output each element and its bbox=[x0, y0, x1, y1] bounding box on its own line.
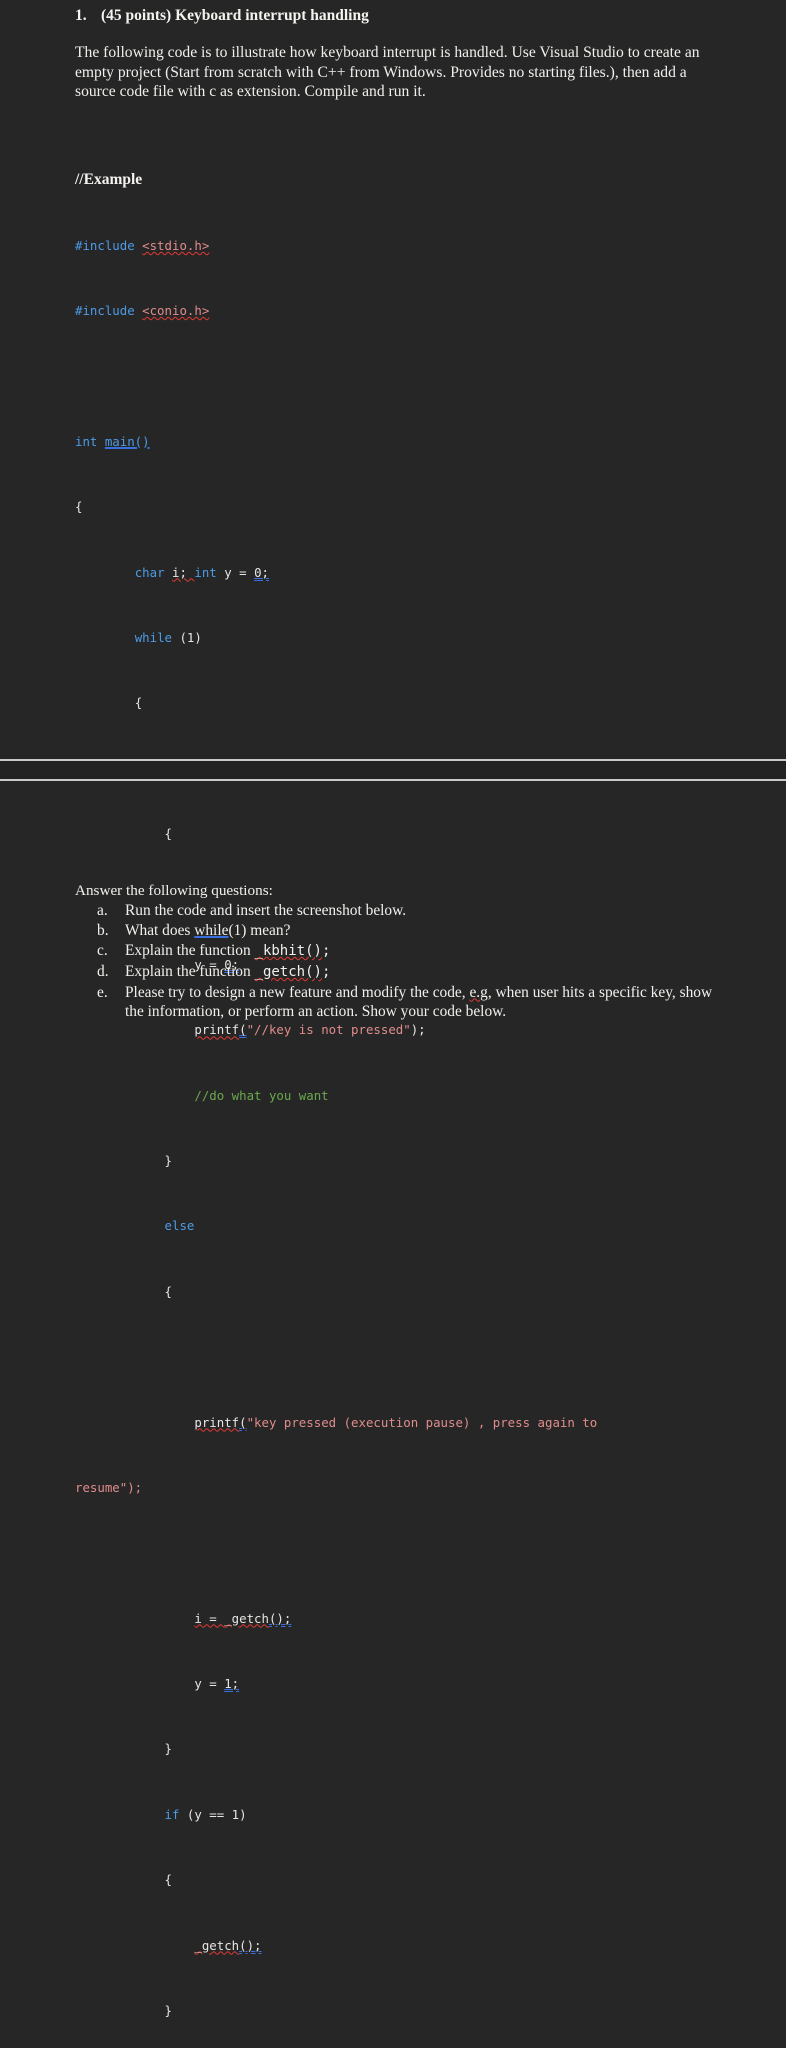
code-line-open-if2: { bbox=[164, 1872, 172, 1888]
document-page: 1. (45 points) Keyboard interrupt handli… bbox=[0, 0, 786, 2018]
list-item: b. What does while(1) mean? bbox=[75, 921, 725, 940]
code-line-close-if: } bbox=[164, 1153, 172, 1169]
page-section-top: 1. (45 points) Keyboard interrupt handli… bbox=[0, 0, 786, 2018]
question-number: 1. bbox=[75, 7, 87, 24]
code-line-declarations: char i; int y = 0; bbox=[134, 564, 269, 580]
list-item-text: Run the code and insert the screenshot b… bbox=[125, 902, 407, 920]
list-marker: e. bbox=[97, 983, 108, 1001]
list-item: a. Run the code and insert the screensho… bbox=[75, 901, 725, 920]
document-content: 1. (45 points) Keyboard interrupt handli… bbox=[75, 6, 715, 2048]
questions-intro: Answer the following questions: bbox=[75, 882, 273, 899]
question-heading: 1. (45 points) Keyboard interrupt handli… bbox=[75, 6, 715, 26]
page-break-divider bbox=[0, 759, 786, 781]
code-line-printf-pressed: printf("key pressed (execution pause) , … bbox=[194, 1414, 598, 1430]
list-marker: d. bbox=[97, 962, 109, 980]
list-item-text: Explain the function _getch(); bbox=[125, 962, 331, 980]
getch-symbol: _getch bbox=[224, 1610, 269, 1626]
code-line-close-else: } bbox=[164, 1741, 172, 1757]
list-marker: a. bbox=[97, 902, 108, 920]
questions-block: Answer the following questions: a. Run t… bbox=[75, 882, 725, 1022]
list-marker: c. bbox=[97, 941, 108, 959]
code-block: //Example #include <stdio.h> #include <c… bbox=[75, 121, 715, 2048]
code-line-y-one: y = 1; bbox=[194, 1676, 240, 1692]
code-line-getch-call: _getch(); bbox=[194, 1937, 262, 1953]
code-line-main-decl: int main() bbox=[75, 433, 150, 449]
code-line-if-y-equals: if (y == 1) bbox=[164, 1806, 247, 1822]
list-item: d. Explain the function _getch(); bbox=[75, 962, 725, 982]
code-line-i-getch: i = _getch(); bbox=[194, 1610, 292, 1626]
page-break-gap bbox=[0, 761, 786, 779]
code-line-blank-1 bbox=[75, 369, 715, 385]
list-item: c. Explain the function _kbhit(); bbox=[75, 941, 725, 961]
code-line-blank-4 bbox=[75, 1545, 715, 1561]
printf-symbol: printf bbox=[194, 1022, 240, 1038]
printf-symbol-2: printf bbox=[194, 1414, 240, 1430]
list-item-text: Explain the function _kbhit(); bbox=[125, 941, 331, 959]
getch-symbol-2: _getch bbox=[194, 1937, 240, 1953]
page-section-bottom: Answer the following questions: a. Run t… bbox=[0, 781, 786, 1024]
header-conio: <conio.h> bbox=[142, 303, 210, 319]
eg-misspelled: e.g bbox=[469, 983, 488, 1001]
code-line-while: while (1) bbox=[134, 630, 202, 646]
list-item-text: What does while(1) mean? bbox=[125, 922, 291, 939]
while-keyword-underlined: while bbox=[194, 922, 229, 939]
list-item: e. Please try to design a new feature an… bbox=[75, 983, 725, 1022]
code-line-comment-do-what: //do what you want bbox=[194, 1087, 329, 1103]
code-line-include-stdio: #include <stdio.h> bbox=[75, 237, 210, 253]
code-example-label: //Example bbox=[75, 170, 143, 188]
code-line-open-else: { bbox=[164, 1283, 172, 1299]
code-line-printf-not-pressed: printf("//key is not pressed"); bbox=[194, 1022, 426, 1038]
kbhit-inline-code: _kbhit() bbox=[254, 942, 322, 959]
main-symbol: main() bbox=[104, 433, 150, 449]
code-line-close-if2: } bbox=[164, 2002, 172, 2018]
list-item-text: Please try to design a new feature and m… bbox=[125, 983, 713, 1021]
list-marker: b. bbox=[97, 922, 109, 939]
code-line-open-main: { bbox=[75, 499, 83, 515]
question-title: (45 points) Keyboard interrupt handling bbox=[101, 7, 369, 24]
code-line-printf-pressed-wrap: resume"); bbox=[75, 1479, 143, 1495]
questions-list: a. Run the code and insert the screensho… bbox=[75, 901, 725, 1021]
getch-inline-code: _getch() bbox=[254, 963, 322, 980]
code-line-include-conio: #include <conio.h> bbox=[75, 303, 210, 319]
intro-paragraph: The following code is to illustrate how … bbox=[75, 44, 700, 101]
code-line-open-while: { bbox=[134, 695, 143, 711]
code-line-else: else bbox=[164, 1218, 195, 1234]
header-stdio: <stdio.h> bbox=[142, 237, 210, 253]
code-line-blank-3 bbox=[75, 1349, 715, 1365]
